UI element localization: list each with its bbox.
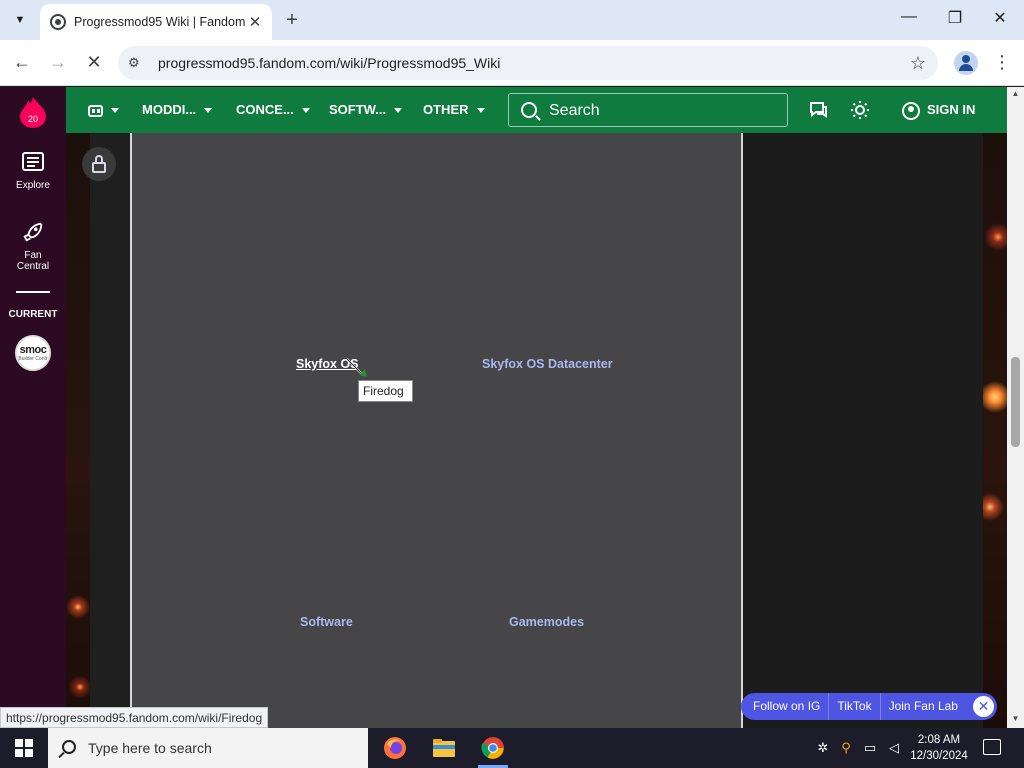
chevron-down-icon	[394, 108, 403, 114]
sign-in-label: SIGN IN	[927, 102, 976, 117]
taskbar-search-placeholder: Type here to search	[88, 740, 212, 756]
search-placeholder: Search	[549, 102, 600, 119]
scroll-thumb[interactable]	[1011, 357, 1020, 447]
discussions-icon[interactable]	[808, 100, 828, 120]
clock-time: 2:08 AM	[917, 734, 961, 746]
explore-label: Explore	[16, 180, 50, 191]
rail-current-label: CURRENT	[8, 309, 58, 320]
fan-central-label-2: Central	[16, 261, 50, 272]
wiki-navbar: MODDI... CONCE... SOFTW... OTHER Search …	[66, 87, 1007, 133]
rail-explore[interactable]: Explore	[0, 151, 66, 191]
link-tooltip: Firedog	[358, 380, 413, 402]
stop-loading-icon[interactable]: ✕	[82, 50, 106, 74]
browser-tab-strip: ▼ Progressmod95 Wiki | Fandom ✕ + — ❐ ✕	[0, 0, 1024, 40]
left-column	[90, 133, 130, 728]
address-bar[interactable]: ⚙ progressmod95.fandom.com/wiki/Progress…	[118, 46, 938, 80]
current-wiki-avatar[interactable]: smoc Builder Contr	[15, 335, 51, 371]
volume-muted-icon[interactable]: ◁	[886, 740, 902, 756]
chrome-icon[interactable]	[481, 736, 505, 760]
bookmark-star-icon[interactable]: ☆	[910, 53, 926, 74]
network-icon[interactable]: ▭	[862, 740, 878, 756]
people-tray-icon[interactable]: ✲	[815, 740, 831, 756]
right-rail	[743, 133, 983, 728]
nav-other-label: OTHER	[423, 102, 469, 117]
clock-date: 12/30/2024	[910, 750, 968, 762]
tab-title: Progressmod95 Wiki | Fandom	[74, 15, 246, 29]
fandom-logo-icon[interactable]: 20	[19, 96, 47, 128]
nav-modding-label: MODDI...	[142, 102, 197, 117]
avatar-text: smoc	[19, 344, 47, 356]
wiki-home-menu[interactable]	[88, 87, 119, 133]
taskbar-search-box[interactable]: Type here to search	[48, 728, 368, 768]
link-skyfox-os-datacenter[interactable]: Skyfox OS Datacenter	[482, 357, 613, 371]
nav-modding[interactable]: MODDI...	[142, 87, 213, 133]
window-close-button[interactable]: ✕	[988, 8, 1012, 28]
drag-cursor-icon	[346, 358, 367, 377]
nav-software-label: SOFTW...	[329, 102, 387, 117]
close-icon[interactable]: ✕	[973, 696, 994, 717]
file-explorer-icon[interactable]	[432, 736, 456, 760]
tiktok-button[interactable]: TikTok	[829, 693, 881, 720]
rail-fan-central[interactable]: Fan Central	[0, 221, 66, 272]
nav-concepts-label: CONCE...	[236, 102, 294, 117]
wiki-main-content	[130, 133, 743, 728]
profile-avatar-icon[interactable]	[954, 51, 978, 75]
address-url[interactable]: progressmod95.fandom.com/wiki/Progressmo…	[158, 55, 500, 71]
scroll-up-arrow-icon[interactable]: ▲	[1007, 89, 1024, 98]
windows-start-icon[interactable]	[15, 739, 33, 757]
lock-icon-body	[92, 162, 106, 173]
avatar-subtext: Builder Contr	[18, 356, 48, 362]
wiki-home-icon	[88, 104, 103, 117]
wiki-search-input[interactable]: Search	[508, 93, 788, 127]
page-tools-lock-button[interactable]	[82, 147, 116, 181]
nav-other[interactable]: OTHER	[423, 87, 485, 133]
notifications-icon[interactable]	[983, 739, 1001, 755]
browser-toolbar: ← → ✕ ⚙ progressmod95.fandom.com/wiki/Pr…	[0, 40, 1024, 86]
chevron-down-icon	[204, 108, 213, 114]
tab-close-icon[interactable]: ✕	[246, 13, 264, 31]
fandom-favicon-icon	[50, 14, 66, 30]
windows-taskbar: Type here to search ✲ ⚲ ▭ ◁ 2:08 AM 12/3…	[0, 728, 1024, 768]
nav-software[interactable]: SOFTW...	[329, 87, 403, 133]
follow-instagram-button[interactable]: Follow on IG	[745, 693, 830, 720]
sign-in-button[interactable]: SIGN IN	[902, 87, 975, 133]
fandom-global-rail: 20 Explore Fan Central CURRENT smoc Buil	[0, 87, 66, 728]
link-gamemodes[interactable]: Gamemodes	[509, 615, 584, 629]
svg-text:20: 20	[28, 114, 38, 124]
tab-search-menu-icon[interactable]: ▼	[8, 8, 32, 32]
site-info-icon[interactable]: ⚙	[128, 55, 146, 71]
system-clock[interactable]: 2:08 AM 12/30/2024	[908, 732, 970, 764]
chevron-down-icon	[476, 108, 485, 114]
nav-concepts[interactable]: CONCE...	[236, 87, 310, 133]
link-status-bar: https://progressmod95.fandom.com/wiki/Fi…	[0, 707, 269, 728]
forward-arrow-icon[interactable]: →	[46, 50, 70, 74]
page-viewport: 20 Explore Fan Central CURRENT smoc Buil	[0, 87, 1024, 728]
window-maximize-button[interactable]: ❐	[943, 8, 967, 28]
search-icon	[521, 102, 537, 118]
page-scrollbar[interactable]: ▲ ▼	[1007, 87, 1024, 728]
window-minimize-button[interactable]: —	[897, 8, 921, 26]
theme-toggle-sun-icon[interactable]	[850, 100, 870, 120]
browser-tab-active[interactable]: Progressmod95 Wiki | Fandom ✕	[40, 4, 272, 40]
browser-menu-icon[interactable]: ⋮	[992, 52, 1012, 73]
join-fan-lab-button[interactable]: Join Fan Lab	[881, 693, 966, 720]
link-software[interactable]: Software	[300, 615, 353, 629]
rail-divider	[16, 291, 50, 293]
chevron-down-icon	[111, 108, 119, 114]
firefox-icon[interactable]	[383, 736, 407, 760]
scroll-down-arrow-icon[interactable]: ▼	[1007, 714, 1024, 723]
search-icon	[62, 740, 76, 754]
fan-central-label-1: Fan	[24, 250, 42, 261]
chevron-down-icon	[301, 108, 310, 114]
rocket-icon	[23, 222, 43, 242]
explore-icon	[22, 152, 44, 171]
back-arrow-icon[interactable]: ←	[10, 50, 34, 74]
search-tray-icon[interactable]: ⚲	[838, 740, 854, 756]
new-tab-button[interactable]: +	[282, 9, 302, 31]
user-icon	[902, 101, 920, 120]
social-follow-bar: Follow on IG TikTok Join Fan Lab ✕	[741, 693, 997, 720]
